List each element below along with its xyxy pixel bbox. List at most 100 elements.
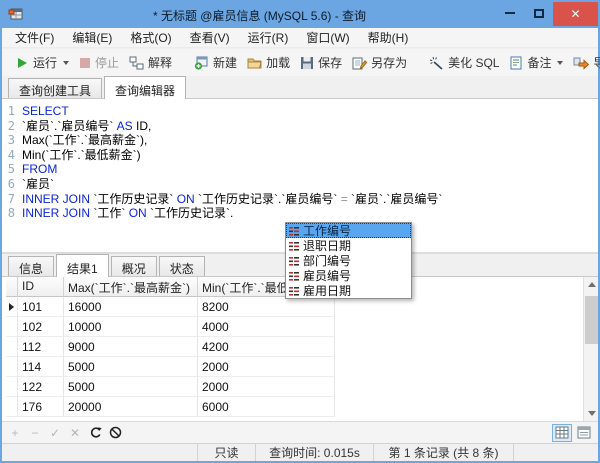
save-as-button[interactable]: 另存为 xyxy=(347,51,412,74)
table-cell[interactable]: 5000 xyxy=(64,377,198,397)
export-button[interactable]: 导出 xyxy=(568,51,600,74)
arrow-down-icon xyxy=(587,411,596,416)
table-cell[interactable]: 2000 xyxy=(198,357,335,377)
save-icon xyxy=(301,56,314,69)
comment-dropdown-icon xyxy=(557,60,564,65)
table-row: 112 9000 4200 xyxy=(6,337,583,357)
sql-keyword: ON xyxy=(128,206,147,221)
save-button[interactable]: 保存 xyxy=(295,51,347,74)
explain-button[interactable]: 解释 xyxy=(124,51,177,74)
table-cell[interactable]: 5000 xyxy=(64,357,198,377)
sql-code: Max(`工作`.`最高薪金`), xyxy=(22,133,147,148)
grid-view-button[interactable] xyxy=(552,423,572,442)
menu-item-3[interactable]: 查看(V) xyxy=(181,27,239,48)
doc-tab-0[interactable]: 查询创建工具 xyxy=(8,78,103,98)
autocomplete-item-4[interactable]: 雇用日期 xyxy=(286,283,411,298)
grid-header-marker xyxy=(6,277,18,297)
doc-tab-1[interactable]: 查询编辑器 xyxy=(104,76,187,99)
stop-icon xyxy=(80,57,91,68)
current-row-marker xyxy=(6,377,18,397)
load-button[interactable]: 加载 xyxy=(242,51,295,74)
autocomplete-item-2[interactable]: 部门编号 xyxy=(286,253,411,268)
sql-code: INNER JOIN `工作` ON `工作历史记录`. xyxy=(22,206,233,221)
toolbar: 运行 停止 解释 新建 加载 保存 另存为 美化 SQL 备注 导 xyxy=(2,49,600,76)
beautify-sql-button[interactable]: 美化 SQL xyxy=(424,51,504,74)
table-cell[interactable]: 4200 xyxy=(198,337,335,357)
explain-icon xyxy=(129,56,144,69)
stop-button[interactable]: 停止 xyxy=(74,51,124,74)
autocomplete-item-0[interactable]: 工作编号 xyxy=(286,223,411,238)
run-button[interactable]: 运行 xyxy=(10,51,74,74)
scroll-up-button[interactable] xyxy=(584,277,599,292)
table-row: 101 16000 8200 xyxy=(6,297,583,317)
menu-item-2[interactable]: 格式(O) xyxy=(121,27,180,48)
autocomplete-item-3[interactable]: 雇员编号 xyxy=(286,268,411,283)
comment-button[interactable]: 备注 xyxy=(504,51,568,74)
table-cell[interactable]: 122 xyxy=(18,377,64,397)
scrollbar-thumb[interactable] xyxy=(585,296,598,344)
field-icon xyxy=(289,241,299,251)
sql-text: Min(`工作`.`最低薪金`) xyxy=(22,147,141,162)
menu-item-1[interactable]: 编辑(E) xyxy=(63,27,121,48)
menu-item-6[interactable]: 帮助(H) xyxy=(359,27,418,48)
table-cell[interactable]: 8200 xyxy=(198,297,335,317)
maximize-icon xyxy=(533,8,544,18)
table-cell[interactable]: 114 xyxy=(18,357,64,377)
window-title: * 无标题 @雇员信息 (MySQL 5.6) - 查询 xyxy=(152,8,367,23)
run-icon xyxy=(18,57,27,68)
beautify-sql-icon xyxy=(429,56,443,70)
grid-header-0[interactable]: ID xyxy=(18,277,64,297)
sql-text: `工作历史记录`. xyxy=(146,206,234,221)
table-row: 114 5000 2000 xyxy=(6,357,583,377)
autocomplete-dropdown: 工作编号 退职日期 部门编号 雇员编号 雇用日期 xyxy=(285,222,412,299)
field-icon xyxy=(289,271,299,281)
result-tab-1[interactable]: 结果1 xyxy=(56,254,109,277)
maximize-button[interactable] xyxy=(524,2,553,24)
table-cell[interactable]: 4000 xyxy=(198,317,335,337)
table-cell[interactable]: 112 xyxy=(18,337,64,357)
result-tab-2[interactable]: 概况 xyxy=(110,256,157,276)
menu-bar: 文件(F) 编辑(E) 格式(O) 查看(V) 运行(R) 窗口(W) 帮助(H) xyxy=(2,28,598,48)
sql-keyword: ON xyxy=(176,191,195,206)
table-cell[interactable]: 102 xyxy=(18,317,64,337)
menu-item-5[interactable]: 窗口(W) xyxy=(297,27,358,48)
current-row-marker xyxy=(6,397,18,417)
table-cell[interactable]: 10000 xyxy=(64,317,198,337)
scroll-down-button[interactable] xyxy=(584,406,599,421)
table-cell[interactable]: 176 xyxy=(18,397,64,417)
menu-item-0[interactable]: 文件(F) xyxy=(6,27,63,48)
grid-vertical-scrollbar[interactable] xyxy=(583,277,598,421)
autocomplete-item-1[interactable]: 退职日期 xyxy=(286,238,411,253)
minimize-button[interactable] xyxy=(495,2,524,24)
status-empty xyxy=(514,444,598,461)
delete-record-button[interactable]: − xyxy=(26,425,44,441)
field-icon xyxy=(289,256,299,266)
result-tab-0[interactable]: 信息 xyxy=(8,256,55,276)
ban-icon xyxy=(109,426,121,439)
table-cell[interactable]: 9000 xyxy=(64,337,198,357)
load-icon xyxy=(247,58,262,68)
stop-query-button[interactable] xyxy=(106,425,124,441)
menu-item-4[interactable]: 运行(R) xyxy=(239,27,298,48)
result-tab-3[interactable]: 状态 xyxy=(158,256,205,276)
sql-line: 1 SELECT xyxy=(2,104,598,119)
table-cell[interactable]: 2000 xyxy=(198,377,335,397)
close-button[interactable]: ✕ xyxy=(553,2,598,26)
table-cell[interactable]: 20000 xyxy=(64,397,198,417)
app-window: * 无标题 @雇员信息 (MySQL 5.6) - 查询 ✕ 文件(F) 编辑(E… xyxy=(0,0,600,463)
grid-header-1[interactable]: Max(`工作`.`最高薪金`) xyxy=(64,277,198,297)
discard-button[interactable]: ✕ xyxy=(66,425,84,441)
comment-icon xyxy=(510,56,522,69)
table-cell[interactable]: 16000 xyxy=(64,297,198,317)
add-record-button[interactable]: + xyxy=(6,425,24,441)
field-icon xyxy=(289,226,299,236)
apply-button[interactable]: ✓ xyxy=(46,425,64,441)
table-cell[interactable]: 6000 xyxy=(198,397,335,417)
stop-label: 停止 xyxy=(95,56,120,70)
form-view-button[interactable] xyxy=(574,424,594,442)
new-button[interactable]: 新建 xyxy=(189,51,242,74)
document-tab-bar: 查询创建工具 查询编辑器 xyxy=(2,76,598,99)
status-bar: 只读 查询时间: 0.015s 第 1 条记录 (共 8 条) xyxy=(2,443,598,461)
table-cell[interactable]: 101 xyxy=(18,297,64,317)
refresh-button[interactable] xyxy=(86,425,104,441)
